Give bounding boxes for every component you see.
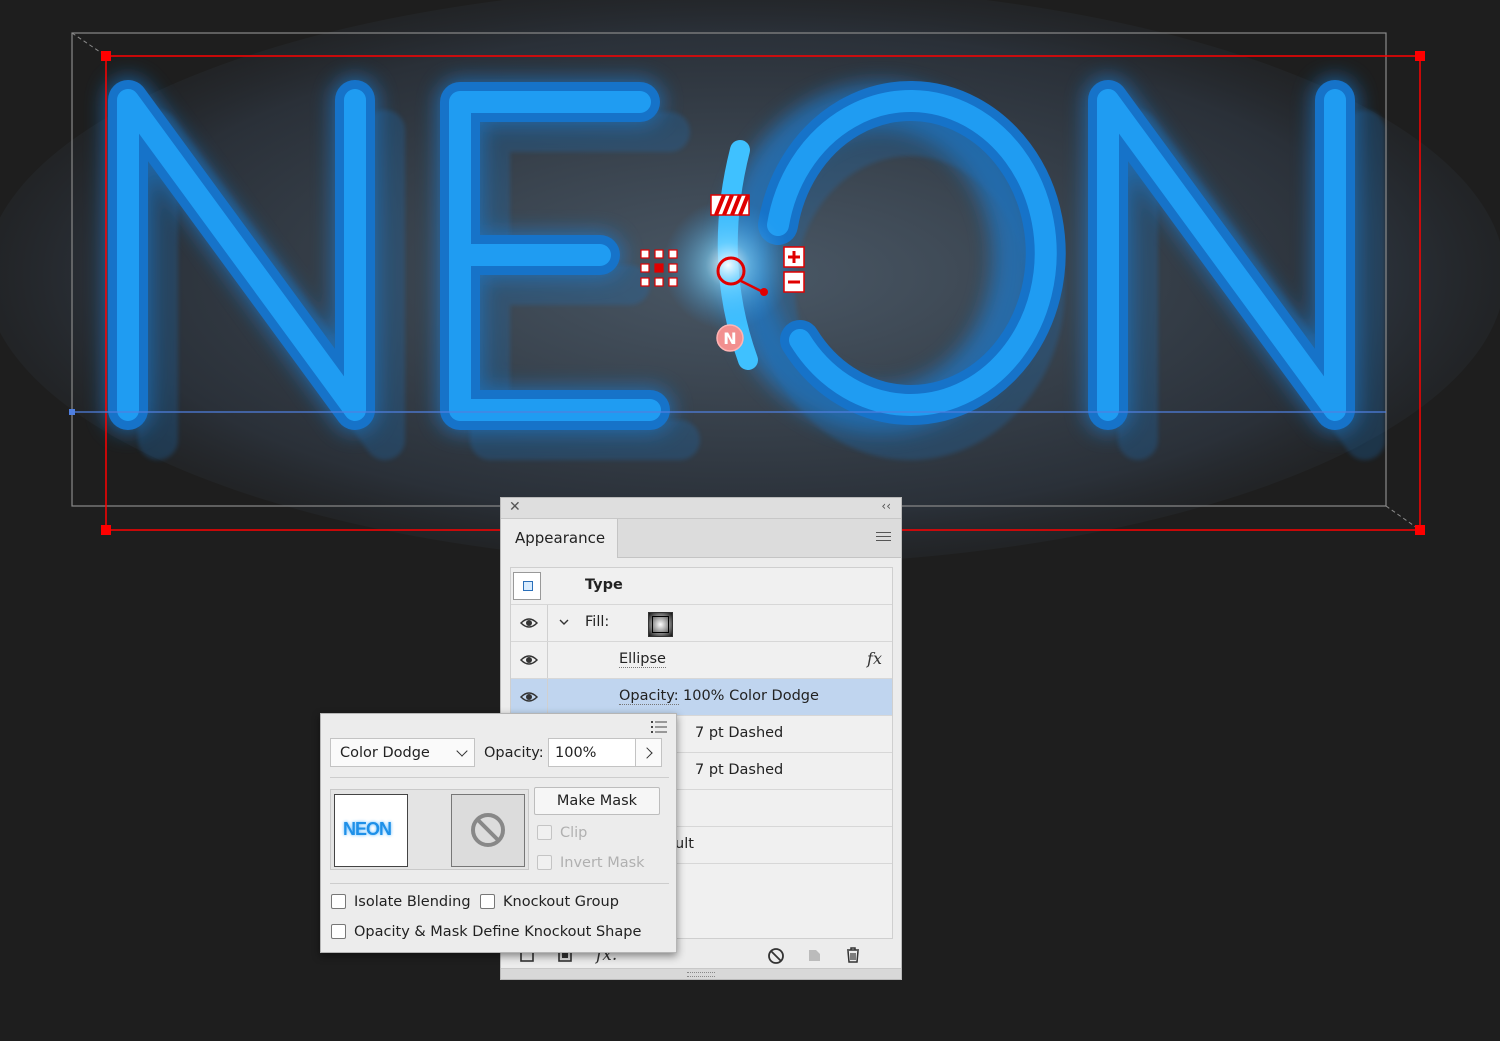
fill-label: Fill: [585,614,610,630]
knockout-shape-label: Opacity & Mask Define Knockout Shape [354,924,642,940]
chevron-down-icon [456,745,468,757]
mask-thumbnail[interactable] [451,794,525,867]
knockout-group-checkbox[interactable]: Knockout Group [480,894,619,910]
isolate-blending-checkbox[interactable]: Isolate Blending [331,894,471,910]
type-thumbnail [513,572,541,600]
stroke-1-value: 7 pt Dashed [695,725,784,741]
invert-mask-checkbox[interactable]: Invert Mask [537,855,645,871]
type-label: Type [585,577,623,593]
default-partial-text: ult [675,836,694,852]
fx-icon[interactable]: fx [867,649,882,668]
row-fill[interactable]: Fill: [511,605,892,642]
transparency-flyout: Color Dodge Opacity: 100% NEON Make Mask… [320,713,677,953]
isolate-blending-checkbox-box[interactable] [331,894,346,909]
row-ellipse[interactable]: Ellipse fx [511,642,892,679]
handle-top-right[interactable] [1415,51,1425,61]
opacity-slider-toggle[interactable] [635,738,662,767]
no-mask-icon [471,813,505,847]
object-thumbnail-text: NEON [343,819,392,839]
opacity-link[interactable]: Opacity: [619,688,679,705]
grid-origin-icon[interactable] [640,249,678,287]
blend-mode-select[interactable]: Color Dodge [330,738,475,767]
handle-bottom-right[interactable] [1415,525,1425,535]
chevron-down-icon[interactable] [559,618,569,626]
visibility-toggle[interactable] [511,642,548,678]
panel-titlebar[interactable]: ✕ ‹‹ [501,498,901,519]
opacity-value: 100% Color Dodge [683,688,819,704]
tab-appearance[interactable]: Appearance [501,519,618,558]
trash-icon[interactable] [844,946,862,964]
striped-stop-icon[interactable] [710,194,750,216]
eye-icon [520,618,538,628]
close-icon[interactable]: ✕ [509,499,521,515]
clear-appearance-icon[interactable] [767,947,785,965]
knockout-group-label: Knockout Group [503,894,619,910]
resize-grip[interactable] [501,968,901,979]
blend-mode-value: Color Dodge [340,745,430,761]
knockout-group-checkbox-box[interactable] [480,894,495,909]
isolate-blending-label: Isolate Blending [354,894,471,910]
n-badge-icon[interactable]: N [716,324,744,352]
svg-text:N: N [723,329,736,348]
opacity-input[interactable]: 100% [548,738,637,767]
knockout-shape-checkbox-box[interactable] [331,924,346,939]
eye-icon [520,655,538,665]
duplicate-item-icon[interactable] [807,947,823,963]
clip-checkbox[interactable]: Clip [537,825,587,841]
divider [330,883,669,884]
tab-appearance-label: Appearance [515,529,606,547]
eye-icon [520,692,538,702]
invert-mask-label: Invert Mask [560,855,645,871]
row-opacity[interactable]: Opacity: 100% Color Dodge [511,679,892,716]
fill-swatch[interactable] [648,612,673,637]
zoom-minus-icon[interactable] [783,271,805,293]
zoom-plus-icon[interactable] [783,246,805,268]
flyout-menu-icon[interactable] [651,721,667,733]
handle-bottom-left[interactable] [101,525,111,535]
ellipse-link[interactable]: Ellipse [619,651,666,668]
visibility-toggle[interactable] [511,679,548,715]
divider [330,777,669,778]
mask-thumbnails: NEON [330,789,529,870]
handle-top-left[interactable] [101,51,111,61]
baseline-anchor[interactable] [69,409,75,415]
clip-checkbox-box[interactable] [537,825,552,840]
make-mask-button[interactable]: Make Mask [534,787,660,815]
chevron-right-icon [641,747,653,759]
knockout-shape-checkbox[interactable]: Opacity & Mask Define Knockout Shape [331,924,641,940]
opacity-label: Opacity: [484,745,544,761]
panel-menu-icon[interactable] [876,532,891,542]
object-thumbnail[interactable]: NEON [334,794,408,867]
clip-label: Clip [560,825,588,841]
opacity-input-value: 100% [555,745,597,761]
panel-tabbar: Appearance [501,519,901,558]
invert-mask-checkbox-box[interactable] [537,855,552,870]
visibility-toggle[interactable] [511,605,548,641]
stroke-2-value: 7 pt Dashed [695,762,784,778]
row-type[interactable]: Type [511,568,892,605]
collapse-icon[interactable]: ‹‹ [881,499,891,513]
